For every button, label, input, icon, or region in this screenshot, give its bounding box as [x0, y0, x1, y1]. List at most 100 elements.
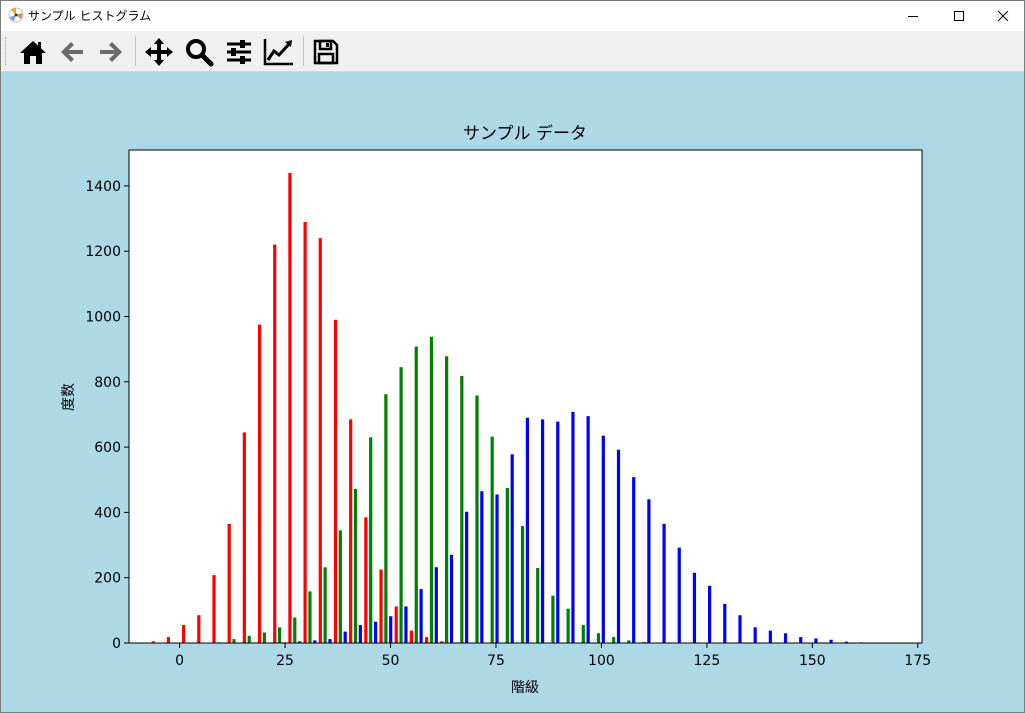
- histogram-bar: [753, 627, 757, 643]
- plot-area: [129, 150, 922, 643]
- x-tick-label: 100: [588, 653, 615, 669]
- y-axis-label: 度数: [61, 383, 77, 411]
- x-tick-label: 175: [904, 653, 931, 669]
- maximize-icon: [954, 11, 964, 21]
- histogram-bar: [581, 625, 585, 643]
- histogram-bar: [525, 417, 529, 643]
- histogram-bar: [723, 603, 727, 643]
- histogram-bar: [566, 608, 570, 643]
- y-tick-label: 1400: [85, 179, 121, 195]
- x-tick-label: 0: [175, 653, 184, 669]
- histogram-bar: [647, 499, 651, 643]
- histogram-bar: [273, 244, 277, 643]
- histogram-bar: [227, 523, 231, 643]
- histogram-bar: [318, 238, 322, 643]
- configure-subplots-button[interactable]: [223, 36, 255, 68]
- save-icon: [313, 39, 339, 65]
- histogram-bar: [708, 585, 712, 643]
- histogram-bar: [414, 346, 418, 643]
- histogram-bar: [596, 633, 601, 643]
- histogram-bar: [288, 172, 292, 643]
- histogram-bar: [429, 336, 434, 643]
- histogram-bar: [551, 595, 555, 643]
- navigation-toolbar: [1, 31, 1024, 72]
- histogram-bar: [692, 572, 697, 643]
- histogram-bar: [768, 630, 772, 643]
- y-tick-label: 800: [94, 375, 121, 391]
- histogram-bar: [505, 487, 509, 643]
- toolbar-separator: [135, 36, 136, 66]
- histogram-bar: [783, 633, 788, 643]
- histogram-bar: [814, 638, 818, 643]
- histogram-bar: [540, 419, 545, 643]
- histogram-bar: [399, 367, 403, 643]
- x-tick-label: 150: [799, 653, 826, 669]
- figure-canvas[interactable]: 0 25 50 75 100 125 150 175 0 200 400 600 800 1000 120…: [1, 72, 1024, 712]
- y-tick-label: 200: [94, 571, 121, 587]
- histogram-bar: [333, 319, 338, 643]
- histogram-bar: [632, 477, 636, 643]
- save-button[interactable]: [310, 36, 342, 68]
- app-window: サンプル ヒストグラム 0 25 50 75 100 125 150 175 0…: [0, 0, 1025, 713]
- histogram-bar: [308, 591, 312, 643]
- back-button[interactable]: [56, 36, 88, 68]
- histogram-bar: [449, 554, 454, 643]
- zoom-icon: [186, 39, 214, 67]
- edit-axis-button[interactable]: [263, 36, 295, 68]
- histogram-bar: [475, 395, 479, 643]
- home-button[interactable]: [17, 36, 49, 68]
- histogram-bar: [293, 617, 297, 643]
- histogram-bar: [353, 488, 358, 643]
- x-tick-label: 75: [487, 653, 505, 669]
- histogram-bar: [419, 589, 423, 643]
- histogram-bar: [495, 494, 499, 643]
- histogram-bar: [379, 569, 383, 643]
- maximize-button[interactable]: [936, 1, 982, 31]
- histogram-bar: [247, 635, 251, 643]
- histogram-bar: [799, 637, 803, 643]
- window-title: サンプル ヒストグラム: [28, 9, 152, 23]
- histogram-bar: [303, 221, 307, 643]
- minimize-button[interactable]: [890, 1, 936, 31]
- histogram-bar: [434, 567, 438, 643]
- histogram-bar: [677, 547, 681, 643]
- histogram-bar: [571, 411, 575, 643]
- histogram-bar: [197, 615, 201, 643]
- y-tick-label: 0: [112, 636, 121, 652]
- forward-button[interactable]: [95, 36, 127, 68]
- histogram-bar: [242, 432, 246, 643]
- pan-button[interactable]: [143, 36, 175, 68]
- histogram-bar: [445, 356, 449, 643]
- edit-axis-icon: [263, 39, 293, 66]
- histogram-bar: [490, 436, 494, 643]
- x-axis-label: 階級: [511, 680, 539, 696]
- x-tick-label: 50: [382, 653, 400, 669]
- home-icon: [20, 41, 46, 64]
- histogram-bar: [343, 631, 347, 643]
- histogram-bar: [510, 454, 514, 643]
- histogram-bar: [601, 435, 605, 643]
- histogram-bar: [409, 630, 413, 643]
- toolbar-separator: [303, 36, 304, 66]
- close-button[interactable]: [980, 1, 1024, 31]
- y-tick-label: 1200: [85, 244, 121, 260]
- histogram-bar: [612, 637, 616, 643]
- histogram-bar: [262, 632, 266, 643]
- histogram-bar: [369, 437, 373, 643]
- zoom-button[interactable]: [183, 36, 215, 68]
- histogram-bar: [358, 625, 362, 643]
- minimize-icon: [908, 16, 918, 17]
- x-tick-label: 125: [694, 653, 721, 669]
- histogram-bar: [738, 615, 742, 643]
- toolbar-grip: [5, 37, 8, 65]
- histogram-bar: [586, 416, 590, 643]
- histogram-bar: [166, 637, 171, 643]
- histogram-bar: [323, 567, 327, 643]
- y-tick-label: 600: [94, 440, 121, 456]
- histogram-bar: [536, 567, 540, 643]
- matplotlib-icon: [8, 7, 24, 23]
- histogram-bar: [373, 621, 378, 643]
- configure-subplots-icon: [227, 40, 251, 64]
- histogram-bar: [460, 375, 464, 643]
- close-icon: [997, 10, 1009, 22]
